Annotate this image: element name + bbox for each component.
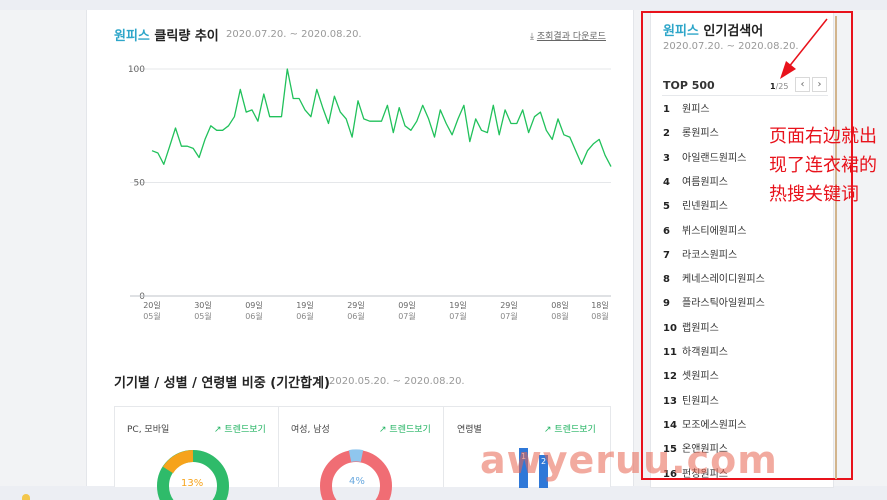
device-ratio-pct: 13%: [181, 478, 204, 489]
highlight-guide-line: [835, 16, 837, 479]
y-tick-label: 50: [134, 179, 146, 189]
gender-ratio-card: [278, 406, 445, 487]
watermark-part2: awyeruu.com: [480, 438, 778, 482]
x-tick-month-label: 07월: [449, 311, 467, 321]
x-tick-day-label: 09일: [245, 301, 263, 310]
x-tick-month-label: 07월: [398, 311, 416, 321]
x-tick-month-label: 07월: [500, 311, 518, 321]
trend-icon: ↗: [214, 425, 222, 435]
x-tick-day-label: 18일: [591, 301, 609, 310]
x-tick-day-label: 20일: [143, 301, 161, 310]
device-ratio-card: [114, 406, 280, 487]
gender-trend-link[interactable]: ↗ 트렌드보기: [379, 422, 431, 435]
x-tick-month-label: 08월: [591, 311, 609, 321]
device-trend-link[interactable]: ↗ 트렌드보기: [214, 422, 266, 435]
age-trend-label: 트렌드보기: [554, 425, 596, 435]
device-ratio-label: PC, 모바일: [127, 425, 170, 435]
x-tick-day-label: 09일: [398, 301, 416, 310]
x-tick-month-label: 06월: [245, 311, 263, 321]
gender-trend-label: 트렌드보기: [389, 425, 431, 435]
x-tick-month-label: 06월: [296, 311, 314, 321]
x-tick-day-label: 08일: [551, 301, 569, 310]
ratio-section-date-range: 2020.05.20. ~ 2020.08.20.: [329, 376, 465, 387]
x-tick-month-label: 05월: [143, 311, 161, 321]
watermark: awyeruu.com: [480, 438, 778, 482]
age-trend-link[interactable]: ↗ 트렌드보기: [544, 422, 596, 435]
device-trend-label: 트렌드보기: [224, 425, 266, 435]
trend-icon: ↗: [544, 425, 552, 435]
age-ratio-label: 연령별: [457, 425, 482, 435]
annotation-text: 页面右边就出现了连衣裙的热搜关键词: [769, 126, 877, 205]
x-tick-day-label: 29일: [500, 301, 518, 310]
x-tick-day-label: 19일: [449, 301, 467, 310]
highlight-box: [641, 11, 853, 480]
ratio-section-title: 기기별 / 성별 / 연령별 비중 (기간합계): [114, 376, 330, 391]
trend-icon: ↗: [379, 425, 387, 435]
y-tick-label: 100: [128, 65, 145, 75]
series-line: [151, 68, 612, 167]
gender-ratio-pct: 4%: [349, 476, 365, 487]
x-tick-month-label: 06월: [347, 311, 365, 321]
x-tick-month-label: 05월: [194, 311, 212, 321]
x-tick-day-label: 19일: [296, 301, 314, 310]
gender-ratio-label: 여성, 남성: [291, 425, 330, 435]
corner-decoration: [22, 494, 30, 500]
x-tick-day-label: 30일: [194, 301, 212, 310]
x-tick-month-label: 08월: [551, 311, 569, 321]
x-tick-day-label: 29일: [347, 301, 365, 310]
